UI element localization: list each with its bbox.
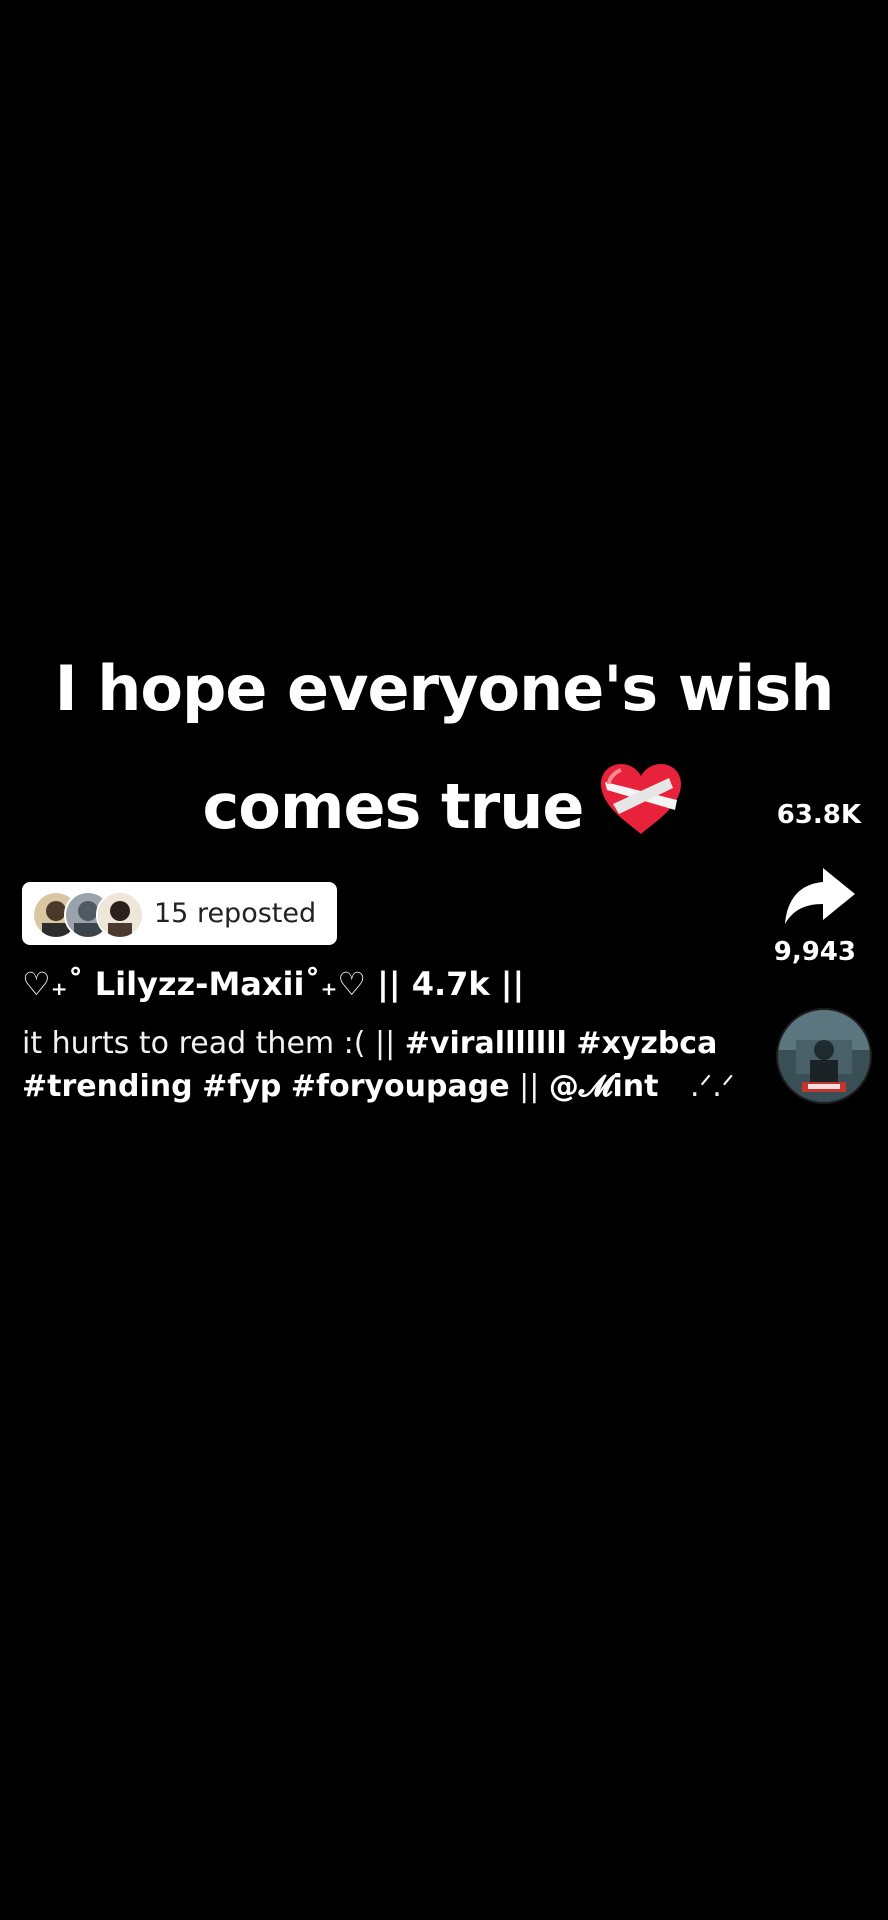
mention-link[interactable]: @𝓜int [549, 1069, 659, 1104]
caption-separator: || [519, 1069, 540, 1104]
hashtag-link[interactable]: #xyzbca [576, 1026, 717, 1061]
sound-disc-button[interactable] [778, 1010, 870, 1102]
hashtag-link[interactable]: #foryoupage [291, 1069, 510, 1104]
share-button[interactable] [783, 864, 859, 928]
share-count: 9,943 [773, 937, 856, 967]
mending-heart-icon [601, 764, 682, 834]
video-overlay-text: I hope everyone's wish comes true [40, 630, 848, 866]
like-count: 63.8K [776, 800, 861, 830]
post-caption: it hurts to read them :( || #viralllllll… [22, 1022, 742, 1108]
caption-trailer: ⠀.ᐟ.ᐟ [668, 1069, 735, 1104]
share-arrow-icon [785, 868, 855, 924]
reposted-by-pill[interactable]: 15 reposted [22, 882, 337, 945]
repost-avatars [32, 890, 146, 939]
overlay-line-1: I hope everyone's wish [54, 652, 835, 725]
hashtag-link[interactable]: #fyp [202, 1069, 281, 1104]
author-username[interactable]: ♡₊˚ Lilyzz-Maxii˚₊♡ || 4.7k || [22, 965, 524, 1003]
sound-thumbnail-image [778, 1010, 870, 1102]
overlay-line-2-wrap: comes true [40, 748, 848, 866]
hashtag-link[interactable]: #trending [22, 1069, 193, 1104]
hashtag-link[interactable]: #viralllllll [405, 1026, 567, 1061]
repost-label: 15 reposted [154, 898, 317, 929]
caption-text: it hurts to read them :( || [22, 1026, 396, 1061]
avatar [96, 890, 144, 939]
overlay-line-2: comes true [202, 770, 585, 843]
